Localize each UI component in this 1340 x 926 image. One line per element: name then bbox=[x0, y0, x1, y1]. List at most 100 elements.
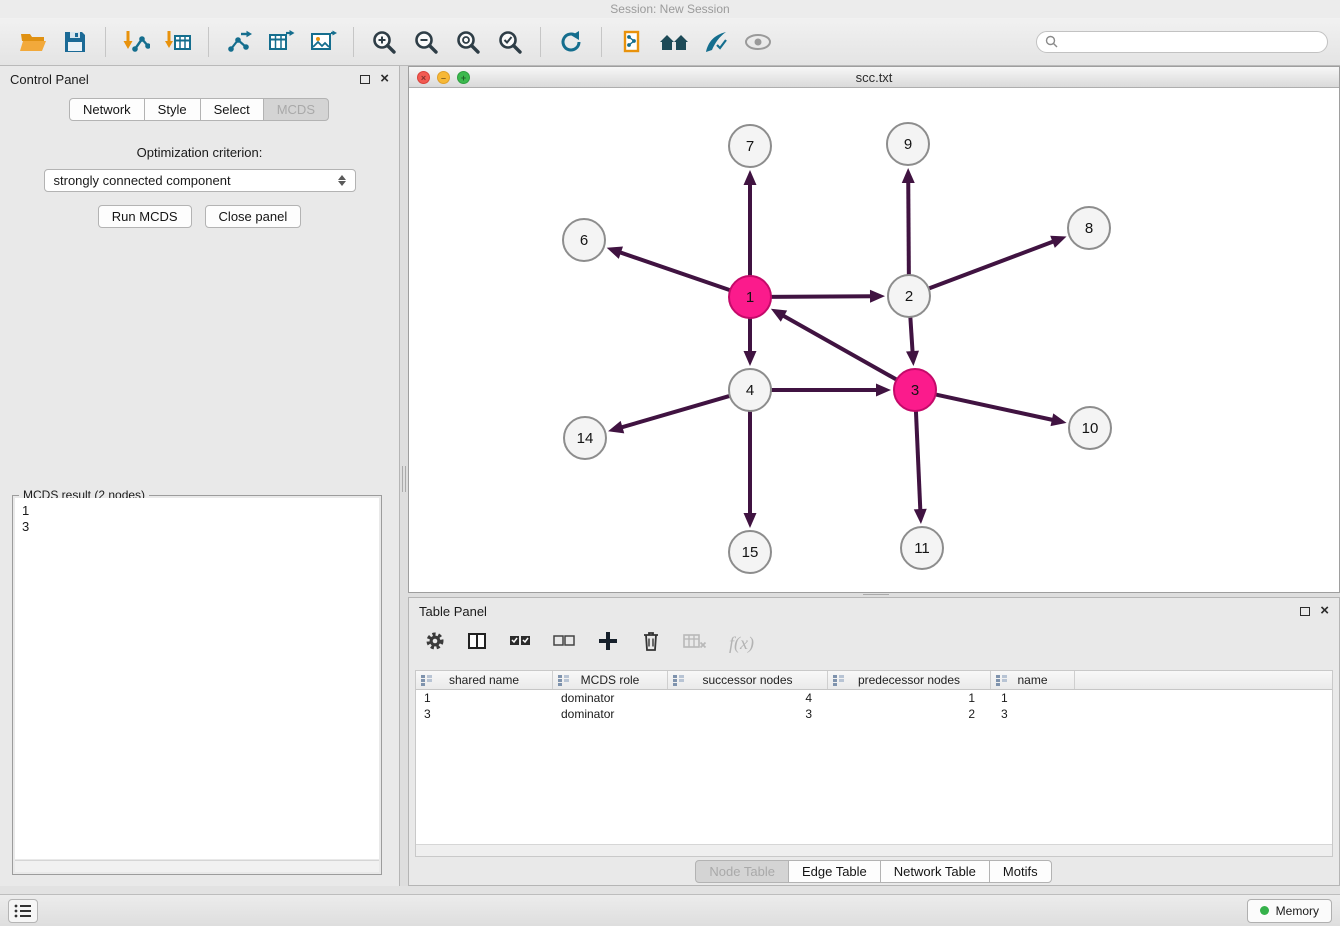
vertical-splitter[interactable] bbox=[400, 66, 408, 886]
table-cell: 2 bbox=[828, 707, 991, 721]
tab-edge-table[interactable]: Edge Table bbox=[788, 860, 881, 883]
edge-1-6[interactable] bbox=[618, 252, 732, 291]
select-all-columns-button[interactable] bbox=[509, 631, 531, 656]
zoom-selected-button[interactable] bbox=[489, 23, 531, 61]
edge-arrow-icon bbox=[906, 351, 919, 366]
delete-table-icon bbox=[683, 631, 707, 651]
show-hide-button[interactable] bbox=[737, 23, 779, 61]
column-type-icon bbox=[996, 675, 1007, 686]
apply-layout-button[interactable] bbox=[550, 23, 592, 61]
column-header-name[interactable]: name bbox=[991, 671, 1075, 689]
unselect-all-columns-button[interactable] bbox=[553, 631, 575, 656]
delete-column-button[interactable] bbox=[641, 630, 661, 657]
edge-3-1[interactable] bbox=[781, 315, 898, 381]
network-canvas[interactable]: 7968124314101511 bbox=[409, 88, 1339, 592]
gear-icon bbox=[425, 631, 445, 651]
table-row[interactable]: 1dominator411 bbox=[416, 690, 1332, 706]
zoom-in-icon bbox=[371, 29, 397, 55]
zoom-fit-icon bbox=[455, 29, 481, 55]
table-cell: dominator bbox=[553, 707, 668, 721]
edge-arrow-icon bbox=[914, 509, 927, 524]
function-builder-button[interactable]: f(x) bbox=[729, 633, 754, 654]
network-view-window: scc.txt × – + 7968124314101511 bbox=[408, 66, 1340, 593]
export-table-button[interactable] bbox=[260, 23, 302, 61]
import-network-button[interactable] bbox=[115, 23, 157, 61]
tab-node-table[interactable]: Node Table bbox=[695, 860, 789, 883]
toolbar-separator bbox=[540, 27, 541, 57]
task-history-button[interactable] bbox=[8, 899, 38, 923]
edge-2-9[interactable] bbox=[908, 180, 909, 277]
tab-motifs[interactable]: Motifs bbox=[989, 860, 1052, 883]
network-window-titlebar[interactable]: scc.txt × – + bbox=[409, 67, 1339, 88]
tab-style[interactable]: Style bbox=[144, 98, 201, 121]
search-input[interactable] bbox=[1063, 35, 1319, 49]
search-box[interactable] bbox=[1036, 31, 1328, 53]
home-view-button[interactable] bbox=[653, 23, 695, 61]
zoom-in-button[interactable] bbox=[363, 23, 405, 61]
toolbar-separator bbox=[353, 27, 354, 57]
float-panel-icon[interactable] bbox=[1300, 607, 1310, 616]
result-scrollbar[interactable] bbox=[15, 860, 379, 872]
edge-2-8[interactable] bbox=[927, 241, 1056, 290]
float-panel-icon[interactable] bbox=[360, 75, 370, 84]
checked-boxes-icon bbox=[509, 631, 531, 651]
zoom-out-icon bbox=[413, 29, 439, 55]
mcds-result-box: MCDS result (2 nodes) 13 bbox=[12, 495, 382, 875]
edge-3-10[interactable] bbox=[934, 394, 1055, 420]
node-label-3: 3 bbox=[911, 382, 919, 399]
criterion-dropdown[interactable]: strongly connected component bbox=[44, 169, 356, 192]
apply-style-button[interactable] bbox=[695, 23, 737, 61]
clone-network-button[interactable] bbox=[611, 23, 653, 61]
edge-4-14[interactable] bbox=[620, 395, 732, 428]
trash-icon bbox=[641, 630, 661, 652]
table-settings-button[interactable] bbox=[425, 631, 445, 656]
edge-arrow-icon bbox=[870, 290, 885, 303]
zoom-out-button[interactable] bbox=[405, 23, 447, 61]
save-session-button[interactable] bbox=[54, 23, 96, 61]
run-mcds-button[interactable]: Run MCDS bbox=[98, 205, 192, 228]
table-cell: 1 bbox=[991, 691, 1075, 705]
open-session-button[interactable] bbox=[12, 23, 54, 61]
delete-table-button[interactable] bbox=[683, 631, 707, 656]
tab-network[interactable]: Network bbox=[69, 98, 145, 121]
column-header-successor-nodes[interactable]: successor nodes bbox=[668, 671, 828, 689]
node-table-body: 1dominator4113dominator323 bbox=[416, 690, 1332, 722]
column-header-MCDS-role[interactable]: MCDS role bbox=[553, 671, 668, 689]
export-image-button[interactable] bbox=[302, 23, 344, 61]
new-network-button[interactable] bbox=[218, 23, 260, 61]
import-table-button[interactable] bbox=[157, 23, 199, 61]
import-table-icon bbox=[164, 29, 192, 55]
columns-icon bbox=[467, 631, 487, 651]
table-panel-tabs: Node TableEdge TableNetwork TableMotifs bbox=[409, 860, 1339, 883]
network-graph[interactable]: 7968124314101511 bbox=[409, 88, 1339, 592]
tab-mcds[interactable]: MCDS bbox=[263, 98, 329, 121]
column-header-predecessor-nodes[interactable]: predecessor nodes bbox=[828, 671, 991, 689]
edge-arrow-icon bbox=[1050, 236, 1066, 248]
close-panel-icon[interactable]: × bbox=[380, 74, 389, 84]
import-network-icon bbox=[122, 29, 150, 55]
mcds-result-list[interactable]: 13 bbox=[15, 498, 379, 859]
create-column-button[interactable] bbox=[597, 630, 619, 657]
edge-arrow-icon bbox=[744, 170, 757, 185]
table-row[interactable]: 3dominator323 bbox=[416, 706, 1332, 722]
tab-select[interactable]: Select bbox=[200, 98, 264, 121]
table-toolbar: f(x) bbox=[409, 622, 770, 664]
column-header-label: shared name bbox=[449, 673, 519, 687]
zoom-fit-button[interactable] bbox=[447, 23, 489, 61]
close-window-button[interactable]: × bbox=[417, 71, 430, 84]
edge-3-11[interactable] bbox=[916, 409, 921, 512]
table-horizontal-scrollbar[interactable] bbox=[416, 844, 1332, 856]
close-panel-icon[interactable]: × bbox=[1320, 606, 1329, 616]
result-line: 1 bbox=[22, 503, 372, 519]
memory-button[interactable]: Memory bbox=[1247, 899, 1332, 923]
maximize-window-button[interactable]: + bbox=[457, 71, 470, 84]
edge-1-2[interactable] bbox=[769, 296, 873, 297]
tab-network-table[interactable]: Network Table bbox=[880, 860, 990, 883]
network-share-icon bbox=[225, 29, 253, 55]
edge-2-3[interactable] bbox=[910, 315, 912, 354]
show-columns-button[interactable] bbox=[467, 631, 487, 656]
close-panel-button[interactable]: Close panel bbox=[205, 205, 302, 228]
node-label-6: 6 bbox=[580, 232, 588, 249]
column-header-shared-name[interactable]: shared name bbox=[416, 671, 553, 689]
minimize-window-button[interactable]: – bbox=[437, 71, 450, 84]
